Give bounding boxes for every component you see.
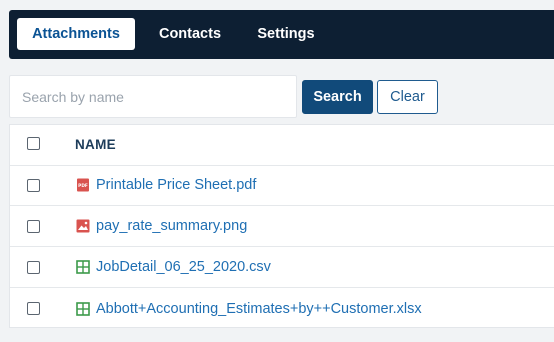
table-row: pay_rate_summary.png bbox=[10, 206, 554, 247]
table-row: PDF Printable Price Sheet.pdf bbox=[10, 165, 554, 206]
file-link[interactable]: Abbott+Accounting_Estimates+by++Customer… bbox=[76, 288, 422, 329]
file-link[interactable]: pay_rate_summary.png bbox=[76, 206, 247, 246]
search-button[interactable]: Search bbox=[302, 80, 373, 114]
clear-button[interactable]: Clear bbox=[377, 80, 438, 114]
file-name: pay_rate_summary.png bbox=[96, 218, 248, 234]
row-checkbox[interactable] bbox=[27, 178, 40, 192]
tab-label: Settings bbox=[257, 26, 315, 42]
tab-attachments[interactable]: Attachments bbox=[17, 18, 135, 50]
tab-label: Attachments bbox=[32, 26, 120, 42]
top-nav-bar: Attachments Contacts Settings bbox=[9, 10, 554, 59]
spreadsheet-icon bbox=[76, 260, 90, 274]
column-header-name[interactable]: NAME bbox=[75, 125, 116, 165]
tab-settings[interactable]: Settings bbox=[247, 18, 325, 50]
row-checkbox[interactable] bbox=[27, 260, 40, 274]
row-checkbox[interactable] bbox=[27, 302, 40, 315]
search-input[interactable] bbox=[9, 75, 297, 118]
select-all-checkbox[interactable] bbox=[27, 137, 40, 150]
table-row: Abbott+Accounting_Estimates+by++Customer… bbox=[10, 288, 554, 329]
file-name: JobDetail_06_25_2020.csv bbox=[96, 259, 271, 275]
pdf-icon: PDF bbox=[77, 178, 89, 192]
svg-text:PDF: PDF bbox=[78, 183, 88, 189]
row-checkbox[interactable] bbox=[27, 219, 40, 233]
file-link[interactable]: PDF Printable Price Sheet.pdf bbox=[76, 165, 256, 205]
tab-contacts[interactable]: Contacts bbox=[149, 18, 231, 50]
file-name: Abbott+Accounting_Estimates+by++Customer… bbox=[96, 300, 422, 317]
file-link[interactable]: JobDetail_06_25_2020.csv bbox=[76, 247, 271, 287]
file-name: Printable Price Sheet.pdf bbox=[96, 177, 257, 193]
table-header-row: NAME bbox=[10, 125, 554, 166]
table-row: JobDetail_06_25_2020.csv bbox=[10, 247, 554, 288]
tab-label: Contacts bbox=[158, 26, 222, 42]
image-icon bbox=[76, 219, 90, 233]
attachments-table: NAME PDF Printable Price Sheet.pdf pay_r… bbox=[9, 124, 554, 328]
spreadsheet-icon bbox=[76, 301, 90, 316]
